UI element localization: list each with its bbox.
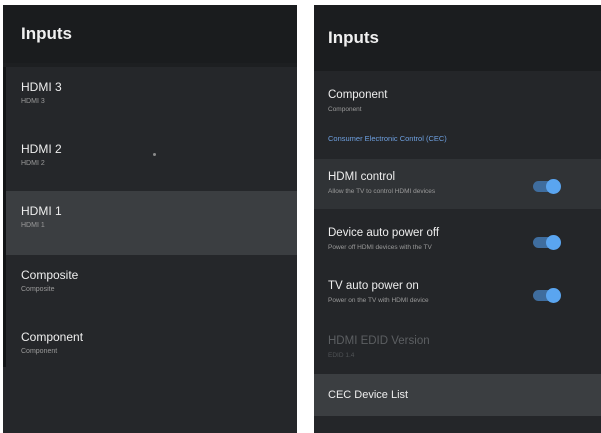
cursor-dot [153, 153, 156, 156]
component-sublabel: Component [328, 106, 362, 113]
input-item-hdmi-3[interactable]: HDMI 3 HDMI 3 [3, 67, 297, 129]
input-item-component[interactable]: Component Component [314, 89, 601, 119]
scroll-edge [3, 67, 6, 367]
toggle-knob [546, 288, 561, 303]
cec-device-list-label: CEC Device List [328, 389, 409, 401]
inputs-panel-right: Inputs Component Component Consumer Elec… [314, 5, 601, 433]
hdmi-control-label: HDMI control [328, 171, 396, 183]
device-auto-power-off-row[interactable]: Device auto power off Power off HDMI dev… [314, 227, 601, 257]
device-auto-power-off-description: Power off HDMI devices with the TV [328, 244, 432, 251]
cec-section-header: Consumer Electronic Control (CEC) [328, 134, 447, 143]
input-sublabel: Composite [21, 286, 55, 293]
tv-auto-power-on-description: Power on the TV with HDMI device [328, 297, 429, 304]
hdmi-control-row[interactable]: HDMI control Allow the TV to control HDM… [314, 171, 601, 201]
input-label: HDMI 3 [21, 80, 62, 94]
input-label: Component [21, 330, 84, 344]
device-auto-power-off-label: Device auto power off [328, 227, 440, 239]
tv-auto-power-on-label: TV auto power on [328, 280, 419, 292]
panel-title: Inputs [314, 5, 601, 71]
inputs-panel-left: Inputs HDMI 3 HDMI 3 HDMI 2 HDMI 2 HDMI … [3, 5, 297, 433]
cec-device-list-row[interactable]: CEC Device List [314, 374, 601, 416]
hdmi-edid-version-label: HDMI EDID Version [328, 335, 430, 347]
input-sublabel: HDMI 2 [21, 160, 45, 167]
input-label: HDMI 1 [21, 204, 62, 218]
hdmi-control-toggle[interactable] [533, 179, 561, 194]
input-sublabel: HDMI 3 [21, 98, 45, 105]
toggle-knob [546, 179, 561, 194]
input-list: HDMI 3 HDMI 3 HDMI 2 HDMI 2 HDMI 1 HDMI … [3, 67, 297, 433]
input-sublabel: HDMI 1 [21, 222, 45, 229]
toggle-knob [546, 235, 561, 250]
device-auto-power-off-toggle[interactable] [533, 235, 561, 250]
panel-title: Inputs [3, 5, 297, 63]
input-sublabel: Component [21, 348, 58, 355]
input-item-hdmi-2[interactable]: HDMI 2 HDMI 2 [3, 129, 297, 191]
tv-auto-power-on-row[interactable]: TV auto power on Power on the TV with HD… [314, 280, 601, 310]
input-item-component[interactable]: Component Component [3, 317, 297, 379]
hdmi-edid-version-row: HDMI EDID Version EDID 1.4 [314, 335, 601, 365]
input-item-hdmi-1[interactable]: HDMI 1 HDMI 1 [3, 191, 297, 255]
hdmi-edid-version-value: EDID 1.4 [328, 352, 355, 359]
tv-auto-power-on-toggle[interactable] [533, 288, 561, 303]
component-label: Component [328, 89, 388, 101]
input-label: Composite [21, 268, 79, 282]
input-item-composite[interactable]: Composite Composite [3, 255, 297, 317]
input-label: HDMI 2 [21, 142, 62, 156]
hdmi-control-description: Allow the TV to control HDMI devices [328, 188, 436, 195]
